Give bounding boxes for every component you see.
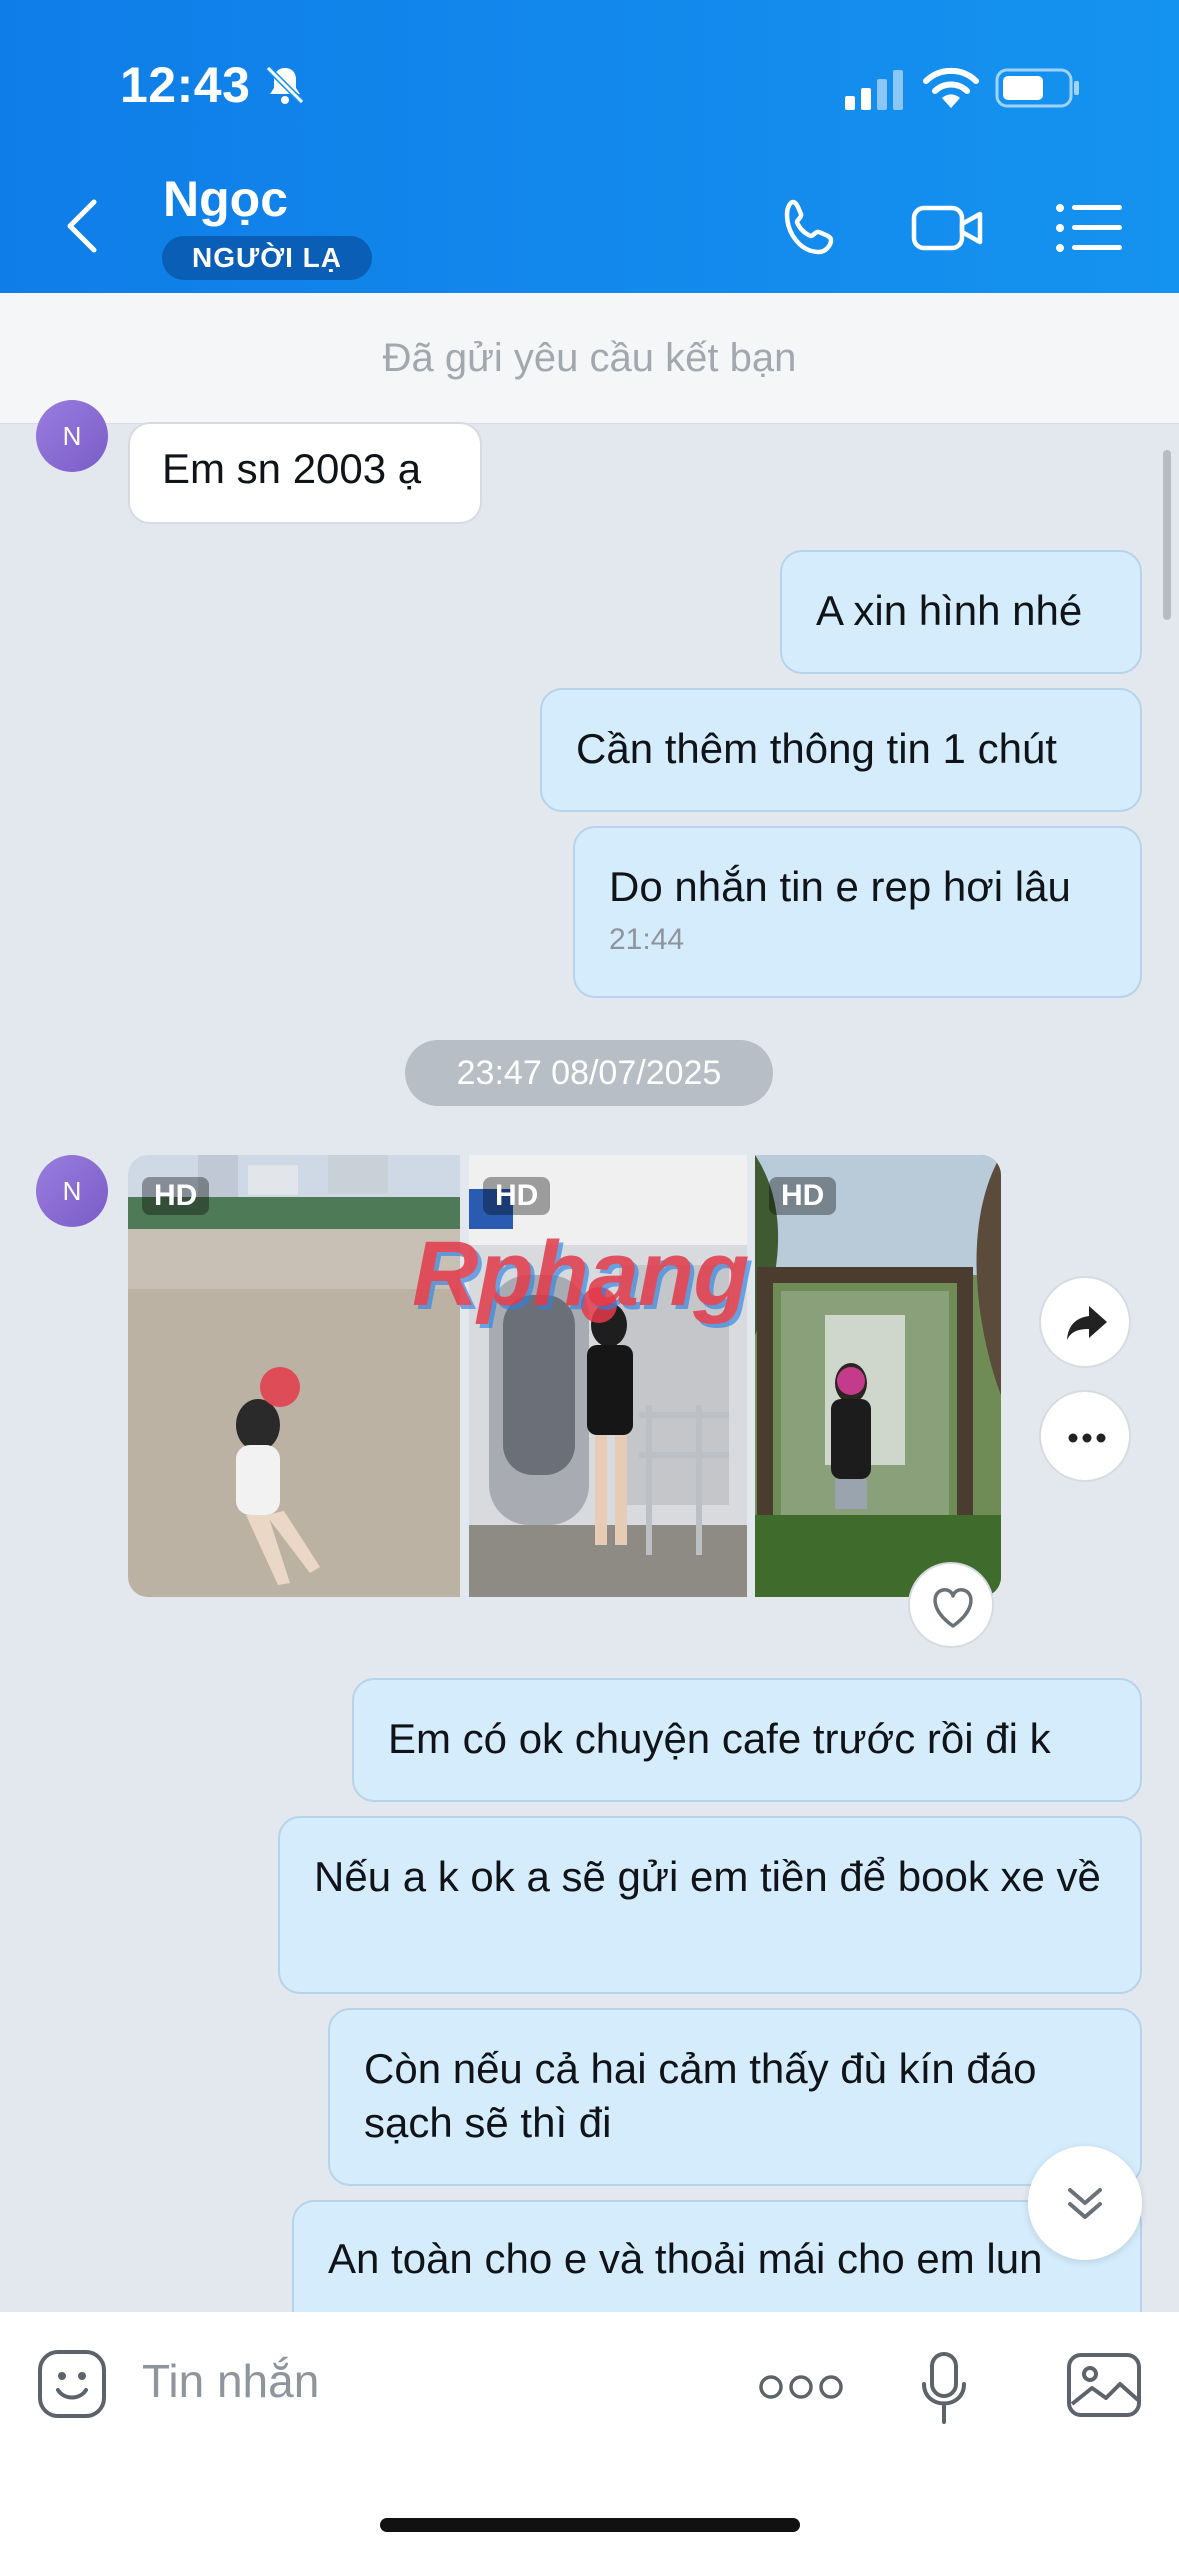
- message-input[interactable]: Tin nhắn: [142, 2354, 319, 2408]
- outgoing-message[interactable]: Còn nếu cả hai cảm thấy đù kín đáo sạch …: [328, 2008, 1142, 2186]
- avatar[interactable]: N: [36, 1155, 108, 1227]
- video-call-icon[interactable]: [910, 196, 986, 260]
- like-button[interactable]: [908, 1562, 994, 1648]
- scrollbar[interactable]: [1163, 450, 1171, 620]
- message-text: Do nhắn tin e rep hơi lâu: [609, 863, 1071, 910]
- back-chevron-icon[interactable]: [60, 196, 104, 256]
- composer-bar: Tin nhắn: [0, 2312, 1179, 2556]
- double-chevron-down-icon: [1068, 2188, 1102, 2219]
- avatar[interactable]: N: [36, 400, 108, 472]
- message-text: A xin hình nhé: [816, 587, 1083, 634]
- friend-request-banner: Đã gửi yêu cầu kết bạn: [0, 293, 1179, 424]
- more-options-button[interactable]: [1039, 1390, 1131, 1482]
- message-text: An toàn cho e và thoải mái cho em lun: [328, 2235, 1043, 2282]
- incoming-message[interactable]: Em sn 2003 ạ: [128, 422, 482, 524]
- message-text: Còn nếu cả hai cảm thấy đù kín đáo sạch …: [364, 2045, 1037, 2146]
- message-text: Nếu a k ok a sẽ gửi em tiền để book xe v…: [314, 1853, 1101, 1900]
- photo-attachment[interactable]: HD: [128, 1155, 460, 1597]
- home-indicator: [380, 2518, 800, 2532]
- image-gallery-icon[interactable]: [1066, 2352, 1142, 2418]
- photo-attachment[interactable]: HD: [755, 1155, 1001, 1597]
- message-text: Em sn 2003 ạ: [162, 445, 422, 492]
- wifi-icon: [923, 67, 979, 108]
- contact-name[interactable]: Ngọc: [163, 170, 288, 228]
- status-time: 12:43: [120, 57, 251, 113]
- scroll-to-bottom-button[interactable]: [1028, 2146, 1142, 2260]
- outgoing-message[interactable]: A xin hình nhé: [780, 550, 1142, 674]
- message-text: Cần thêm thông tin 1 chút: [576, 725, 1057, 772]
- battery-icon: [995, 68, 1079, 108]
- phone-call-icon[interactable]: [775, 196, 851, 260]
- date-separator: 23:47 08/07/2025: [405, 1040, 773, 1106]
- outgoing-message[interactable]: Cần thêm thông tin 1 chút: [540, 688, 1142, 812]
- more-actions-icon[interactable]: [758, 2372, 844, 2402]
- sticker-emoji-icon[interactable]: [36, 2348, 108, 2420]
- stranger-badge: NGƯỜI LẠ: [162, 236, 372, 280]
- watermark: Rphang: [412, 1223, 749, 1325]
- forward-button[interactable]: [1039, 1276, 1131, 1368]
- garden-photo-image: [755, 1155, 1001, 1597]
- hd-badge: HD: [483, 1177, 551, 1215]
- chat-header: 12:43 Ngọc NGƯỜI LẠ: [0, 0, 1179, 293]
- outgoing-message[interactable]: Do nhắn tin e rep hơi lâu 21:44: [573, 826, 1142, 998]
- microphone-icon[interactable]: [918, 2350, 970, 2426]
- more-dots-icon: [1068, 1433, 1106, 1443]
- hd-badge: HD: [769, 1177, 837, 1215]
- menu-list-icon[interactable]: [1052, 196, 1128, 260]
- outgoing-message[interactable]: Nếu a k ok a sẽ gửi em tiền để book xe v…: [278, 1816, 1142, 1994]
- beach-photo-image: [128, 1155, 460, 1597]
- message-text: Em có ok chuyện cafe trước rồi đi k: [388, 1715, 1051, 1762]
- hd-badge: HD: [142, 1177, 210, 1215]
- share-arrow-icon: [1067, 1306, 1107, 1340]
- cellular-signal-icon: [845, 70, 903, 110]
- message-time: 21:44: [609, 923, 685, 956]
- outgoing-message[interactable]: Em có ok chuyện cafe trước rồi đi k: [352, 1678, 1142, 1802]
- bell-off-icon: [265, 65, 305, 105]
- heart-icon: [933, 1588, 973, 1628]
